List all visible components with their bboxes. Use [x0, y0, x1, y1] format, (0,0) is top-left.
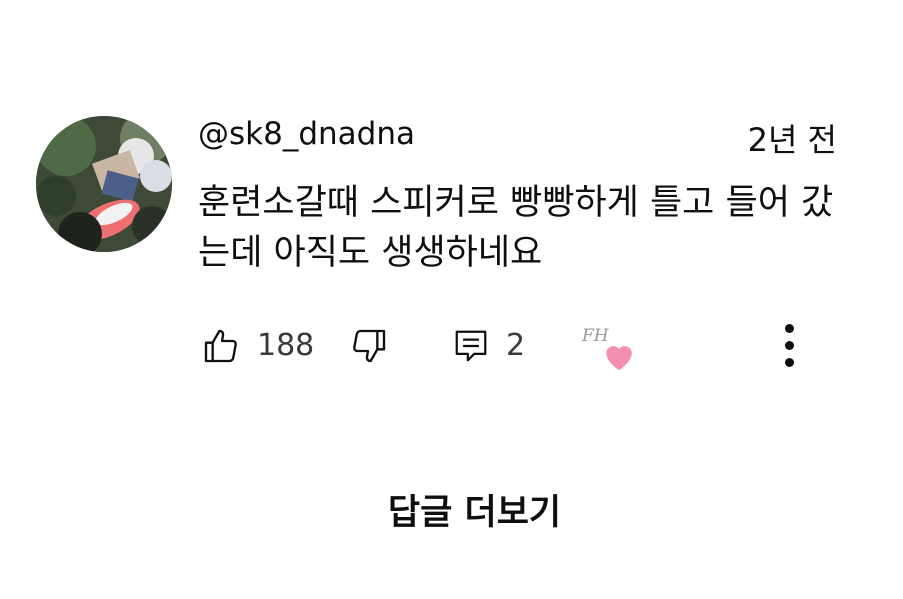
comment-icon [452, 326, 490, 366]
comment-card: @sk8_dnadna 2년 전 훈련소갈때 스피커로 빵빵하게 틀고 들어 갔… [0, 0, 903, 599]
thumbs-up-icon [201, 326, 241, 366]
more-vertical-icon-dot [785, 358, 794, 367]
reply-button[interactable]: 2 [452, 326, 525, 366]
view-replies-button[interactable]: 답글 더보기 [0, 490, 903, 536]
thumbs-down-icon [349, 326, 389, 366]
comment-text: 훈련소갈때 스피커로 빵빵하게 틀고 들어 갔는데 아직도 생생하네요 [198, 183, 834, 273]
more-options-button[interactable] [772, 320, 808, 372]
view-replies-label: 답글 더보기 [387, 493, 562, 533]
like-count: 188 [257, 328, 315, 363]
more-vertical-icon-dot [785, 324, 794, 333]
avatar-image [36, 116, 172, 252]
reply-count: 2 [506, 328, 526, 363]
dislike-button[interactable] [349, 326, 389, 366]
avatar[interactable] [36, 116, 172, 252]
like-button[interactable]: 188 [201, 326, 314, 366]
comment-author[interactable]: @sk8_dnadna [198, 112, 415, 156]
more-vertical-icon-dot [785, 341, 794, 350]
heart-icon [602, 340, 636, 376]
creator-heart-badge: FH [578, 326, 640, 376]
comment-timestamp: 2년 전 [747, 121, 837, 159]
